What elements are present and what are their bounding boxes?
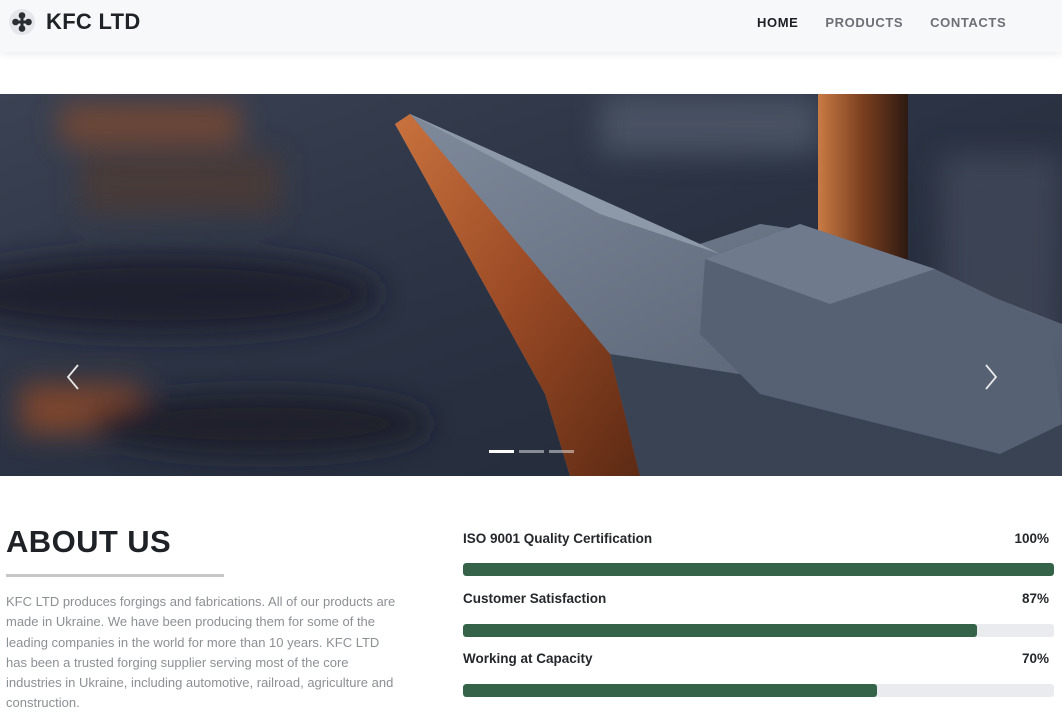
stat-value-satisfaction: 87% bbox=[1021, 591, 1049, 606]
carousel-prev-button[interactable] bbox=[64, 362, 84, 392]
progress-fill bbox=[463, 684, 877, 697]
about-line: leading companies in the world for more … bbox=[6, 634, 380, 650]
about-paragraph: KFC LTD produces forgings and fabricatio… bbox=[6, 592, 434, 714]
nav-home[interactable]: HOME bbox=[757, 15, 798, 30]
chevron-left-icon bbox=[66, 364, 79, 390]
about-line: industries in Ukraine, including automot… bbox=[6, 675, 394, 691]
stat-label-iso: ISO 9001 Quality Certification bbox=[463, 531, 653, 546]
nav-products[interactable]: PRODUCTS bbox=[825, 15, 903, 30]
chevron-right-icon bbox=[985, 364, 998, 390]
anvil-hammer-image bbox=[0, 94, 1062, 476]
hero-carousel bbox=[0, 94, 1062, 476]
about-line: made in Ukraine. We have been producing … bbox=[6, 614, 376, 630]
brand-logo[interactable]: KFC LTD bbox=[8, 8, 141, 36]
progress-fill bbox=[463, 624, 978, 637]
main-nav: HOME PRODUCTS CONTACTS bbox=[757, 15, 1033, 30]
stat-label-satisfaction: Customer Satisfaction bbox=[463, 591, 607, 606]
carousel-indicator-2[interactable] bbox=[519, 450, 544, 453]
about-line: construction. bbox=[6, 695, 80, 711]
progress-bar-satisfaction bbox=[463, 624, 1054, 637]
brand-name: KFC LTD bbox=[46, 9, 141, 34]
carousel-indicator-1[interactable] bbox=[489, 450, 514, 453]
progress-fill bbox=[463, 563, 1054, 576]
about-divider bbox=[6, 574, 224, 577]
carousel-next-button[interactable] bbox=[980, 362, 1000, 392]
carousel-indicators bbox=[489, 450, 579, 453]
progress-bar-iso bbox=[463, 563, 1054, 576]
about-line: KFC LTD produces forgings and fabricatio… bbox=[6, 594, 396, 609]
site-header: KFC LTD HOME PRODUCTS CONTACTS bbox=[0, 0, 1062, 52]
stat-value-capacity: 70% bbox=[1021, 651, 1049, 666]
about-heading: ABOUT US bbox=[6, 524, 172, 559]
forge-cross-icon bbox=[9, 9, 35, 35]
progress-bar-capacity bbox=[463, 684, 1054, 697]
nav-contacts[interactable]: CONTACTS bbox=[930, 15, 1006, 30]
stat-value-iso: 100% bbox=[1014, 531, 1049, 546]
about-line: has been a trusted forging supplier serv… bbox=[6, 654, 349, 670]
carousel-indicator-3[interactable] bbox=[549, 450, 574, 453]
stat-label-capacity: Working at Capacity bbox=[463, 651, 593, 666]
